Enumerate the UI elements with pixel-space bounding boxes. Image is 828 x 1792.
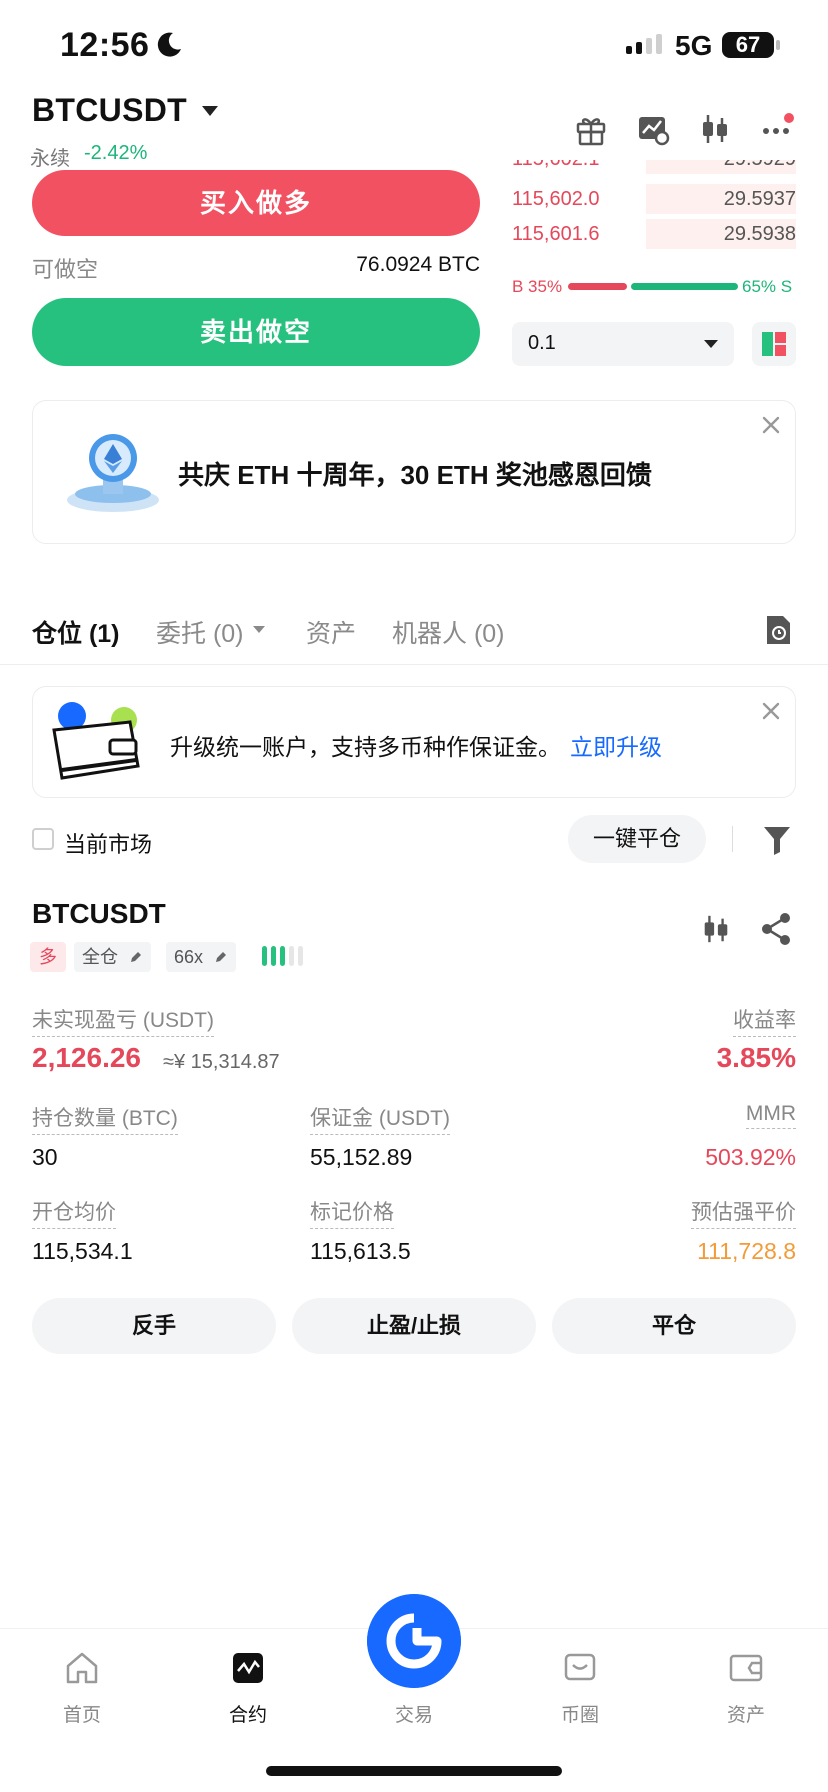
margin-value: 55,152.89 [310, 1144, 413, 1170]
close-icon[interactable] [760, 700, 782, 722]
entry-price-value: 115,534.1 [32, 1238, 133, 1264]
eth-trophy-icon [67, 434, 159, 512]
moon-icon [157, 32, 181, 57]
edit-icon [216, 952, 227, 962]
reverse-button[interactable]: 反手 [32, 1298, 276, 1354]
share-icon[interactable] [760, 912, 792, 946]
leverage-text: 66x [174, 947, 204, 967]
buy-ratio-label: B 35% [512, 277, 563, 296]
roe-value: 3.85% [716, 1042, 796, 1073]
community-icon[interactable] [562, 1650, 598, 1686]
sell-short-button[interactable]: 卖出做空 [32, 298, 480, 366]
order-book-row[interactable]: 115,602.0 29.5937 [512, 184, 796, 214]
risk-bar [289, 946, 294, 966]
position-symbol[interactable]: BTCUSDT [32, 898, 166, 930]
chevron-down-icon[interactable] [202, 106, 218, 116]
current-market-label[interactable]: 当前市场 [64, 827, 152, 859]
battery-icon: 67 [722, 32, 774, 58]
price-change: -2.42% [84, 142, 148, 164]
status-time: 12:56 [60, 26, 150, 64]
chevron-down-icon [704, 340, 718, 348]
divider [732, 826, 733, 852]
upgrade-text: 升级统一账户，支持多币种作保证金。 [170, 734, 561, 760]
chevron-down-icon[interactable] [253, 626, 265, 633]
liq-price-label[interactable]: 预估强平价 [691, 1196, 796, 1229]
trade-fab-icon[interactable] [367, 1594, 461, 1688]
sell-ratio-label: 65% S [742, 277, 793, 296]
upgrade-now-link[interactable]: 立即升级 [570, 728, 662, 762]
risk-bar [271, 946, 276, 966]
contract-type: 永续 [30, 148, 70, 170]
candlestick-icon[interactable] [698, 112, 732, 146]
nav-assets[interactable]: 资产 [696, 1700, 796, 1727]
nav-futures[interactable]: 合约 [198, 1700, 298, 1727]
futures-icon[interactable] [230, 1650, 266, 1686]
order-book-row[interactable]: 115,601.6 29.5938 [512, 219, 796, 249]
tab-orders[interactable]: 委托 (0) [156, 614, 244, 650]
quantity-step-select[interactable]: 0.1 [512, 322, 734, 366]
wallet-nav-icon[interactable] [728, 1650, 764, 1686]
risk-bar [298, 946, 303, 966]
quantity-step-value: 0.1 [528, 332, 556, 354]
risk-level-indicator [262, 946, 303, 966]
unrealized-pnl-value: 2,126.26 [32, 1042, 141, 1073]
roe-label[interactable]: 收益率 [733, 1004, 796, 1037]
order-book-row-partial: 115,602.1 29.5929 [512, 160, 796, 174]
nav-home[interactable]: 首页 [32, 1700, 132, 1727]
current-market-checkbox[interactable] [32, 828, 54, 850]
close-position-button[interactable]: 平仓 [552, 1298, 796, 1354]
orderbook-layout-icon[interactable] [752, 322, 796, 366]
buy-long-button[interactable]: 买入做多 [32, 170, 480, 236]
size-label[interactable]: 持仓数量 (BTC) [32, 1102, 178, 1135]
ask-qty: 29.5937 [723, 188, 796, 210]
side-badge: 多 [30, 942, 66, 972]
buy-ratio-bar [568, 283, 627, 290]
nav-community[interactable]: 币圈 [530, 1700, 630, 1727]
margin-mode-text: 全仓 [82, 947, 118, 967]
more-icon[interactable] [760, 112, 794, 146]
risk-bar [280, 946, 285, 966]
home-indicator [266, 1766, 562, 1776]
filter-icon[interactable] [762, 824, 792, 856]
margin-mode-badge[interactable]: 全仓 [74, 942, 152, 972]
ask-price: 115,601.6 [512, 223, 600, 245]
mmr-label[interactable]: MMR [745, 1102, 796, 1129]
sell-ratio-bar [631, 283, 738, 290]
nav-trade[interactable]: 交易 [364, 1700, 464, 1727]
tab-assets[interactable]: 资产 [306, 614, 356, 650]
promo-text: 共庆 ETH 十周年，30 ETH 奖池感恩回馈 [178, 460, 652, 490]
liq-price-value: 111,728.8 [697, 1238, 796, 1264]
history-document-icon[interactable] [764, 614, 792, 646]
gift-icon[interactable] [574, 112, 608, 146]
ask-qty: 29.5938 [723, 223, 796, 245]
tab-positions[interactable]: 仓位 (1) [32, 614, 120, 650]
available-short-label: 可做空 [32, 257, 99, 282]
entry-price-label[interactable]: 开仓均价 [32, 1196, 116, 1229]
battery-tip [776, 40, 780, 50]
ask-price: 115,602.0 [512, 188, 600, 210]
leverage-badge[interactable]: 66x [166, 942, 237, 972]
tab-bots[interactable]: 机器人 (0) [392, 614, 505, 650]
tpsl-button[interactable]: 止盈/止损 [292, 1298, 536, 1354]
available-short-value: 76.0924 BTC [356, 253, 480, 276]
chart-settings-icon[interactable] [636, 112, 670, 146]
tab-divider [0, 664, 828, 665]
close-icon[interactable] [760, 414, 782, 436]
unrealized-pnl-label[interactable]: 未实现盈亏 (USDT) [32, 1004, 214, 1037]
signal-icon [626, 34, 662, 54]
unrealized-pnl-cny: ≈¥ 15,314.87 [163, 1051, 280, 1073]
mark-price-value: 115,613.5 [310, 1238, 411, 1264]
pair-title[interactable]: BTCUSDT [32, 92, 187, 129]
size-value: 30 [32, 1144, 58, 1170]
mark-price-label[interactable]: 标记价格 [310, 1196, 394, 1229]
close-all-button[interactable]: 一键平仓 [568, 815, 706, 863]
home-icon[interactable] [64, 1650, 100, 1686]
wallet-icon [52, 702, 140, 780]
risk-bar [262, 946, 267, 966]
network-type: 5G [675, 30, 713, 61]
mmr-value: 503.92% [705, 1144, 796, 1170]
margin-label[interactable]: 保证金 (USDT) [310, 1102, 450, 1135]
edit-icon [131, 952, 142, 962]
candlestick-icon[interactable] [700, 912, 732, 946]
